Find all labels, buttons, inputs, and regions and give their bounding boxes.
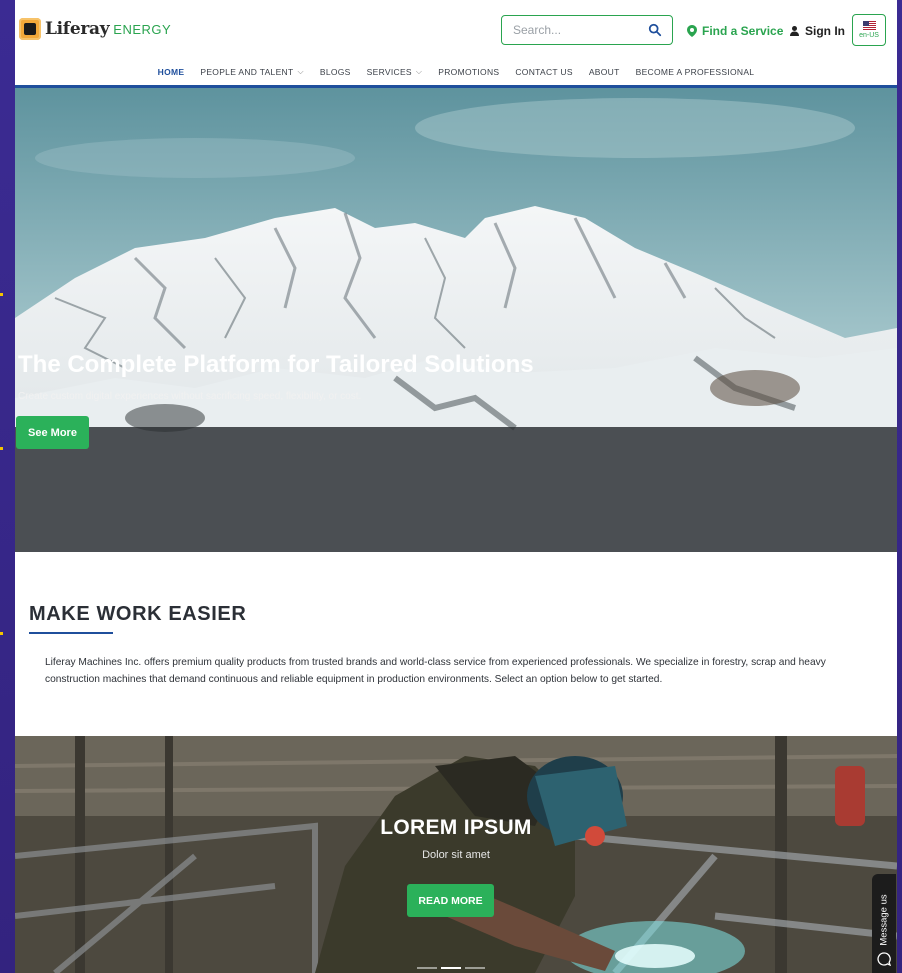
- hero-caption-overlay: [15, 427, 897, 552]
- hero-title: The Complete Platform for Tailored Solut…: [18, 351, 534, 378]
- us-flag-icon: [862, 21, 876, 30]
- section-title-underline: [29, 632, 113, 634]
- user-icon: [790, 26, 799, 36]
- carousel-dot[interactable]: [417, 967, 437, 969]
- nav-item-people-and-talent[interactable]: PEOPLE AND TALENT ⌵: [192, 67, 312, 77]
- find-service-link[interactable]: Find a Service: [687, 24, 783, 38]
- chat-bubble-icon: [877, 952, 891, 966]
- banner-title: LOREM IPSUM: [380, 816, 532, 839]
- logo-subtext: ENERGY: [113, 21, 172, 37]
- map-pin-icon: [687, 25, 697, 37]
- nav-item-contact-us[interactable]: CONTACT US: [507, 67, 580, 77]
- carousel-dot[interactable]: [465, 967, 485, 969]
- sign-in-label: Sign In: [805, 24, 845, 38]
- chevron-down-icon: ⌵: [297, 67, 304, 76]
- logo-gear-icon: [19, 18, 41, 40]
- see-more-button[interactable]: See More: [16, 416, 89, 449]
- language-selector[interactable]: en-US: [852, 14, 886, 46]
- carousel-dot-active[interactable]: [441, 967, 461, 969]
- message-us-tab[interactable]: Message us: [872, 874, 896, 973]
- main-navigation: HOME PEOPLE AND TALENT ⌵ BLOGS SERVICES ⌵ …: [15, 58, 897, 86]
- web-page: Liferay ENERGY Find a Service Sign In: [15, 0, 897, 973]
- frame-marker: [0, 632, 3, 635]
- nav-item-become-a-professional[interactable]: BECOME A PROFESSIONAL: [628, 67, 763, 77]
- language-code: en-US: [859, 32, 879, 39]
- hero-banner: [15, 88, 897, 552]
- frame-marker: [0, 293, 3, 296]
- carousel-indicators: [417, 967, 485, 969]
- chevron-down-icon: ⌵: [415, 67, 423, 76]
- search-icon[interactable]: [648, 23, 662, 37]
- search-box[interactable]: [501, 15, 673, 45]
- frame-marker: [0, 447, 3, 450]
- logo-text: Liferay: [45, 19, 110, 39]
- banner-subtitle: Dolor sit amet: [422, 849, 490, 861]
- nav-item-services[interactable]: SERVICES ⌵: [359, 67, 431, 77]
- section-title: MAKE WORK EASIER: [29, 603, 247, 625]
- nav-item-blogs[interactable]: BLOGS: [312, 67, 359, 77]
- section-body-text: Liferay Machines Inc. offers premium qua…: [45, 657, 826, 685]
- sign-in-link[interactable]: Sign In: [790, 24, 845, 38]
- find-service-label: Find a Service: [702, 24, 784, 38]
- site-logo[interactable]: Liferay ENERGY: [19, 18, 171, 40]
- read-more-button[interactable]: READ MORE: [407, 884, 494, 917]
- search-input[interactable]: [511, 22, 645, 38]
- message-us-label: Message us: [878, 894, 890, 946]
- nav-item-home[interactable]: HOME: [150, 67, 193, 77]
- site-header: Liferay ENERGY Find a Service Sign In: [15, 0, 897, 58]
- nav-item-about[interactable]: ABOUT: [581, 67, 628, 77]
- hero-subtitle: Create custom digital experiences withou…: [18, 391, 362, 402]
- nav-item-promotions[interactable]: PROMOTIONS: [430, 67, 507, 77]
